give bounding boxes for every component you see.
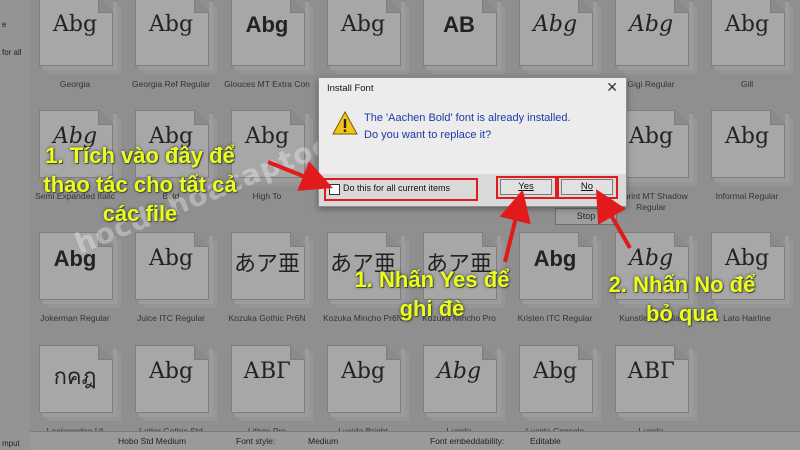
annotation-line: 1. Nhấn Yes để (354, 267, 510, 292)
annotation-line: thao tác cho tất cả (43, 172, 237, 197)
annotation-line: ghi đè (399, 296, 465, 321)
annotation-step-yes: 1. Nhấn Yes để ghi đè (332, 265, 532, 323)
screenshot-stage: e for all mput Abg Georgia Abg Georgia Ref … (0, 0, 800, 450)
arrow-to-checkbox (267, 160, 333, 191)
annotation-line: các file (102, 201, 178, 226)
annotation-step-no: 2. Nhấn No để bỏ qua (582, 270, 782, 328)
annotation-line: 1. Tích vào đây để (45, 143, 235, 168)
annotation-line: bỏ qua (645, 301, 719, 326)
annotation-step-checkbox: 1. Tích vào đây để thao tác cho tất cả c… (15, 141, 265, 228)
arrow-to-yes (499, 189, 531, 263)
arrow-to-no (595, 189, 632, 250)
annotation-line: 2. Nhấn No để (608, 272, 756, 297)
